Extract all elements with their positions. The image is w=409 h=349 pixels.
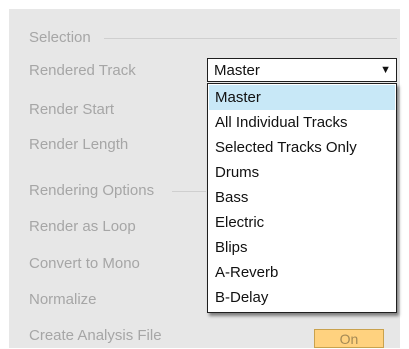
- create-analysis-file-toggle[interactable]: On: [314, 329, 384, 348]
- option-label: A-Reverb: [215, 264, 279, 281]
- option-label: Bass: [215, 189, 249, 206]
- dropdown-option-electric[interactable]: Electric: [209, 210, 395, 235]
- convert-to-mono-label: Convert to Mono: [29, 255, 140, 272]
- dropdown-option-drums[interactable]: Drums: [209, 160, 395, 185]
- option-label: Drums: [215, 164, 260, 181]
- triangle-down-icon: ▼: [380, 64, 391, 76]
- section-divider: [104, 38, 397, 39]
- dropdown-option-bass[interactable]: Bass: [209, 185, 395, 210]
- option-label: Electric: [215, 214, 265, 231]
- render-as-loop-label: Render as Loop: [29, 218, 136, 235]
- section-divider: [172, 191, 206, 192]
- option-label: B-Delay: [215, 289, 269, 306]
- dropdown-option-selected-tracks-only[interactable]: Selected Tracks Only: [209, 135, 395, 160]
- dropdown-option-b-delay[interactable]: B-Delay: [209, 285, 395, 310]
- section-title-rendering-options: Rendering Options: [29, 182, 155, 199]
- dropdown-option-blips[interactable]: Blips: [209, 235, 395, 260]
- option-label: Blips: [215, 239, 248, 256]
- render-start-label: Render Start: [29, 101, 115, 118]
- normalize-label: Normalize: [29, 291, 97, 308]
- option-label: Master: [215, 89, 261, 106]
- option-label: All Individual Tracks: [215, 114, 348, 131]
- rendered-track-select[interactable]: Master ▼: [207, 58, 397, 82]
- dropdown-option-all-individual-tracks[interactable]: All Individual Tracks: [209, 110, 395, 135]
- dropdown-option-master[interactable]: Master: [209, 85, 395, 110]
- rendered-track-value: Master: [214, 62, 260, 79]
- option-label: Selected Tracks Only: [215, 139, 357, 156]
- dropdown-option-a-reverb[interactable]: A-Reverb: [209, 260, 395, 285]
- rendered-track-label: Rendered Track: [29, 62, 136, 79]
- create-analysis-file-label: Create Analysis File: [29, 327, 162, 344]
- rendered-track-dropdown: Master All Individual Tracks Selected Tr…: [207, 83, 397, 313]
- section-title-selection: Selection: [29, 29, 91, 46]
- render-length-label: Render Length: [29, 136, 129, 153]
